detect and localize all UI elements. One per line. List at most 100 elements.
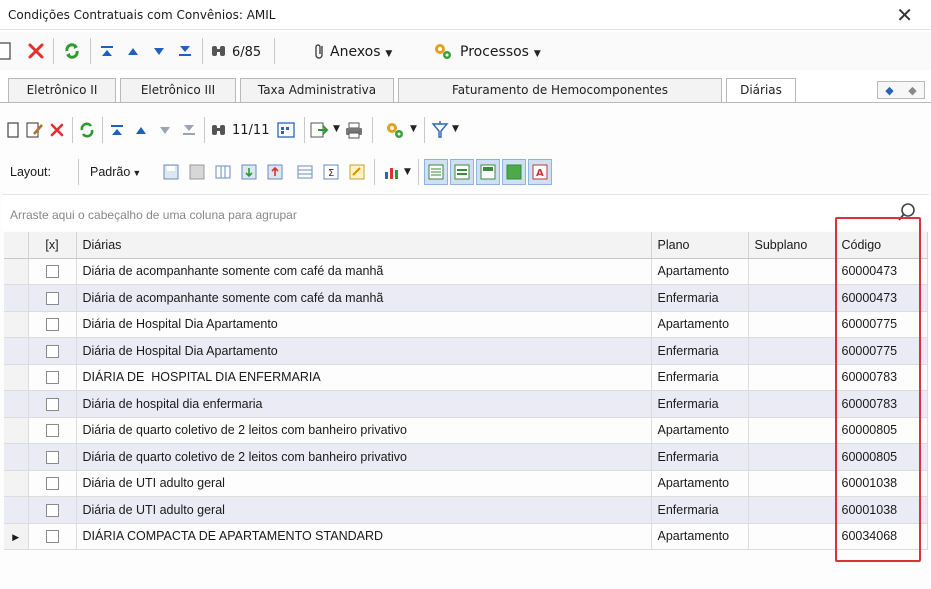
view-detail-icon[interactable]: [450, 159, 474, 185]
cell-description[interactable]: DIÁRIA COMPACTA DE APARTAMENTO STANDARD: [76, 523, 652, 550]
cell-plan[interactable]: Enfermaria: [651, 364, 749, 391]
previous-record-icon[interactable]: [124, 42, 142, 60]
chart-icon[interactable]: [382, 163, 402, 181]
table-row[interactable]: Diária de acompanhante somente com café …: [4, 258, 928, 285]
view-list-icon[interactable]: [424, 159, 448, 185]
first-record-icon[interactable]: [98, 42, 116, 60]
cell-plan[interactable]: Enfermaria: [651, 443, 749, 471]
row-checkbox[interactable]: [45, 530, 59, 544]
cell-description[interactable]: Diária de UTI adulto geral: [76, 470, 652, 497]
cell-description[interactable]: Diária de UTI adulto geral: [76, 496, 652, 524]
table-row[interactable]: Diária de Hospital Dia Apartamento Enfer…: [4, 337, 928, 365]
table-row[interactable]: Diária de UTI adulto geral Enfermaria 60…: [4, 496, 928, 524]
tab-eletronico-ii[interactable]: Eletrônico II: [8, 78, 116, 102]
cell-description[interactable]: DIÁRIA DE HOSPITAL DIA ENFERMARIA: [76, 364, 652, 391]
row-checkbox[interactable]: [45, 450, 59, 464]
cell-plan[interactable]: Enfermaria: [651, 337, 749, 365]
new-record-icon[interactable]: [0, 42, 12, 60]
tab-faturamento-hemocomponentes[interactable]: Faturamento de Hemocomponentes: [398, 78, 722, 102]
cell-description[interactable]: Diária de quarto coletivo de 2 leitos co…: [76, 443, 652, 471]
next-record-icon[interactable]: [156, 121, 174, 139]
cell-plan[interactable]: Apartamento: [651, 523, 749, 550]
cell-subplan[interactable]: [748, 496, 836, 524]
import-layout-icon[interactable]: [240, 163, 258, 181]
refresh-icon[interactable]: [78, 121, 96, 139]
summary-icon[interactable]: Σ: [322, 163, 340, 181]
close-icon[interactable]: ✕: [896, 3, 913, 27]
first-record-icon[interactable]: [108, 121, 126, 139]
cell-description[interactable]: Diária de quarto coletivo de 2 leitos co…: [76, 417, 652, 444]
cell-description[interactable]: Diária de acompanhante somente com café …: [76, 258, 652, 285]
cell-code[interactable]: 60000473: [835, 258, 928, 285]
processes-menu[interactable]: Processos ▼: [460, 44, 541, 60]
cell-code[interactable]: 60000775: [835, 311, 928, 338]
column-header-plano[interactable]: Plano: [651, 232, 749, 259]
row-checkbox[interactable]: [45, 291, 59, 305]
table-row[interactable]: Diária de UTI adulto geral Apartamento 6…: [4, 470, 928, 497]
cell-subplan[interactable]: [748, 284, 836, 312]
table-row[interactable]: Diária de quarto coletivo de 2 leitos co…: [4, 443, 928, 471]
cell-subplan[interactable]: [748, 258, 836, 285]
scroll-left-icon[interactable]: ◆: [885, 84, 893, 97]
table-row[interactable]: Diária de quarto coletivo de 2 leitos co…: [4, 417, 928, 444]
previous-record-icon[interactable]: [132, 121, 150, 139]
cell-description[interactable]: Diária de acompanhante somente com café …: [76, 284, 652, 312]
processes-gear-icon[interactable]: [432, 40, 454, 62]
new-record-icon[interactable]: [6, 121, 20, 139]
table-row[interactable]: Diária de acompanhante somente com café …: [4, 284, 928, 312]
cell-plan[interactable]: Apartamento: [651, 311, 749, 338]
cell-code[interactable]: 60000783: [835, 364, 928, 391]
row-checkbox[interactable]: [45, 265, 59, 279]
cell-plan[interactable]: Apartamento: [651, 417, 749, 444]
print-icon[interactable]: [344, 120, 364, 140]
cell-code[interactable]: 60034068: [835, 523, 928, 550]
cell-plan[interactable]: Enfermaria: [651, 390, 749, 418]
layout-preset-dropdown[interactable]: Padrão ▼: [90, 165, 141, 179]
save-layout-icon[interactable]: [162, 163, 180, 181]
refresh-icon[interactable]: [62, 41, 82, 61]
export-layout-icon[interactable]: [266, 163, 284, 181]
processes-dropdown-icon[interactable]: ▼: [410, 124, 417, 134]
cell-code[interactable]: 60000805: [835, 443, 928, 471]
filter-dropdown-icon[interactable]: ▼: [452, 124, 459, 134]
row-checkbox[interactable]: [45, 371, 59, 385]
row-checkbox[interactable]: [45, 424, 59, 438]
row-checkbox[interactable]: [45, 503, 59, 517]
cell-code[interactable]: 60000783: [835, 390, 928, 418]
columns-icon[interactable]: [214, 163, 232, 181]
cell-plan[interactable]: Apartamento: [651, 258, 749, 285]
row-checkbox[interactable]: [45, 477, 59, 491]
scroll-right-icon[interactable]: ◆: [908, 84, 916, 97]
restore-layout-icon[interactable]: [188, 163, 206, 181]
cell-description[interactable]: Diária de Hospital Dia Apartamento: [76, 337, 652, 365]
table-row[interactable]: Diária de Hospital Dia Apartamento Apart…: [4, 311, 928, 338]
row-checkbox[interactable]: [45, 318, 59, 332]
edit-record-icon[interactable]: [26, 121, 44, 139]
cell-subplan[interactable]: [748, 417, 836, 444]
last-record-icon[interactable]: [180, 121, 198, 139]
cell-subplan[interactable]: [748, 470, 836, 497]
filter-icon[interactable]: [430, 119, 450, 141]
column-header-diarias[interactable]: Diárias: [76, 232, 652, 259]
row-checkbox[interactable]: [45, 397, 59, 411]
cell-plan[interactable]: Apartamento: [651, 470, 749, 497]
paperclip-icon[interactable]: [312, 42, 328, 60]
cell-code[interactable]: 60000775: [835, 337, 928, 365]
cell-subplan[interactable]: [748, 337, 836, 365]
group-by-panel[interactable]: Arraste aqui o cabeçalho de uma coluna p…: [2, 194, 929, 230]
attachments-menu[interactable]: Anexos ▼: [330, 44, 392, 60]
view-card-icon[interactable]: [476, 159, 500, 185]
font-icon[interactable]: A: [528, 159, 552, 185]
cell-code[interactable]: 60000473: [835, 284, 928, 312]
last-record-icon[interactable]: [176, 42, 194, 60]
tab-diarias[interactable]: Diárias: [726, 78, 796, 103]
column-header-subplano[interactable]: Subplano: [748, 232, 836, 259]
row-checkbox[interactable]: [45, 344, 59, 358]
cell-description[interactable]: Diária de hospital dia enfermaria: [76, 390, 652, 418]
find-icon[interactable]: [210, 42, 228, 60]
next-record-icon[interactable]: [150, 42, 168, 60]
processes-gear-icon[interactable]: [384, 119, 406, 141]
cell-subplan[interactable]: [748, 364, 836, 391]
cell-code[interactable]: 60001038: [835, 496, 928, 524]
table-row[interactable]: Diária de hospital dia enfermaria Enferm…: [4, 390, 928, 418]
